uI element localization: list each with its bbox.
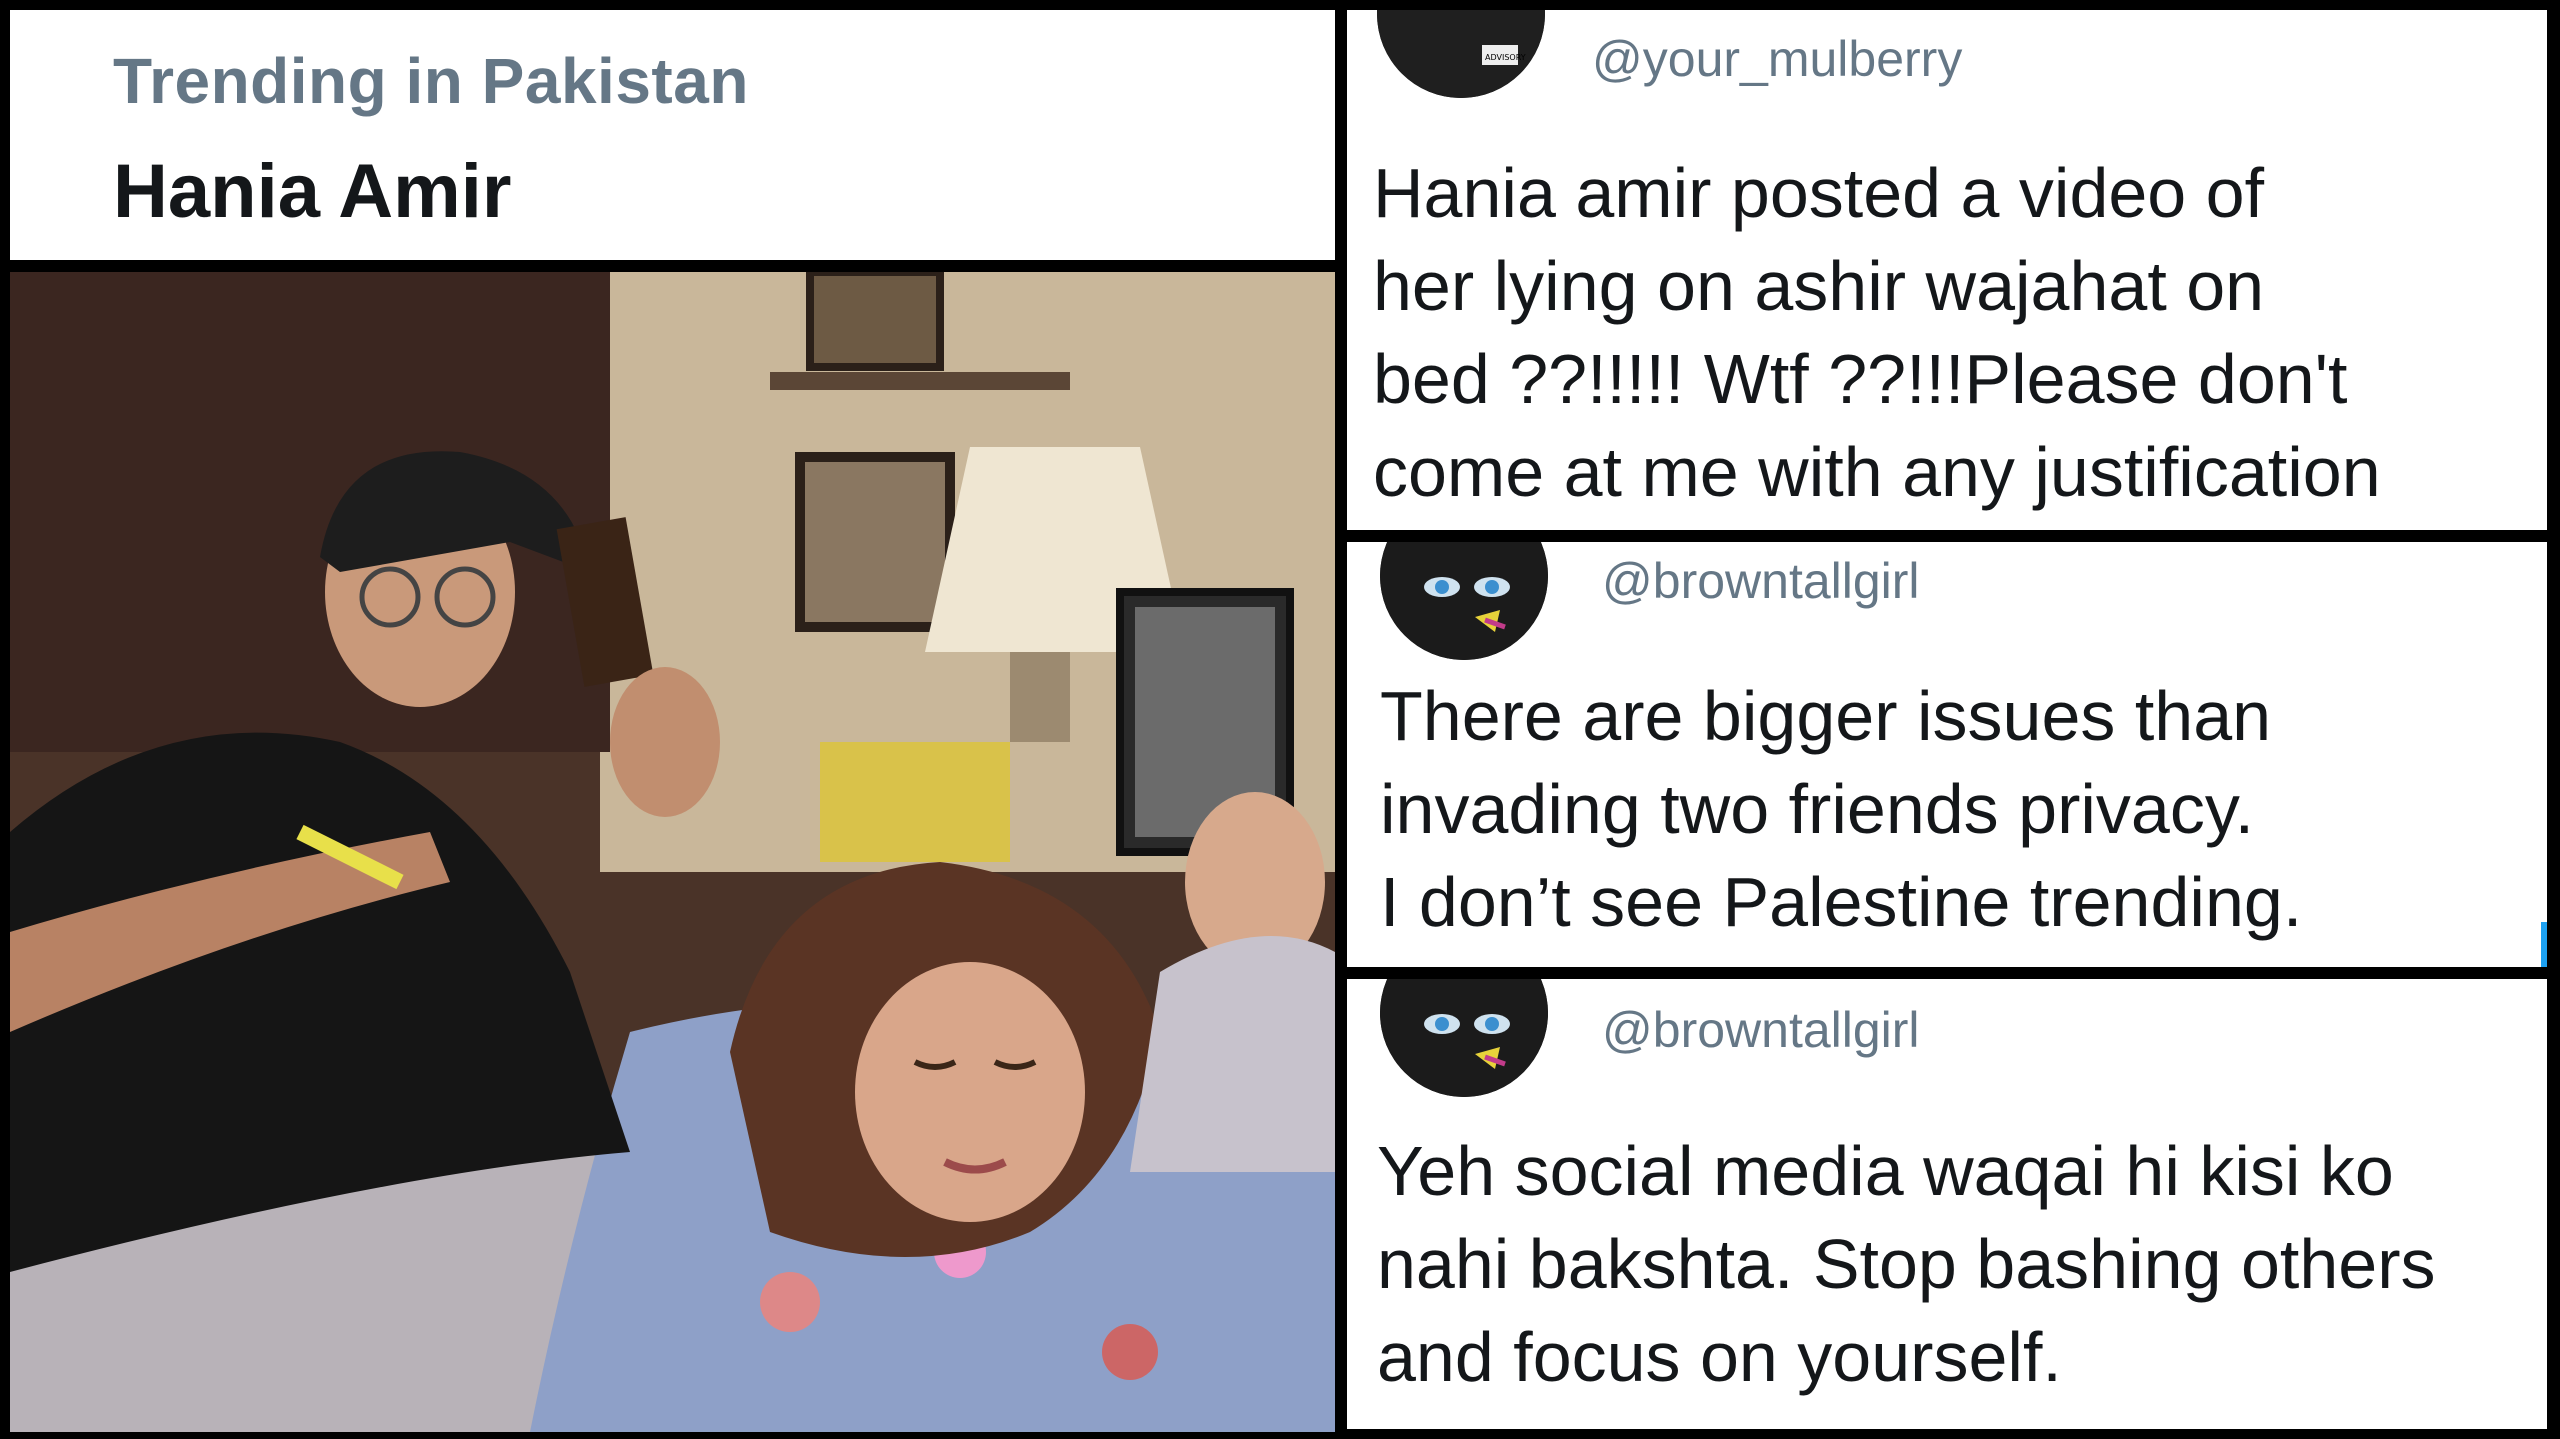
trending-card[interactable]: Trending in Pakistan Hania Amir xyxy=(10,10,1335,260)
trending-location-label: Trending in Pakistan xyxy=(113,45,749,117)
tweet-card[interactable]: @browntallgirl There are bigger issues t… xyxy=(1347,542,2547,967)
trending-topic[interactable]: Hania Amir xyxy=(113,148,511,235)
photo xyxy=(10,272,1335,1432)
tweet-text: There are bigger issues than invading tw… xyxy=(1380,677,2303,941)
tweet-text: Yeh social media waqai hi kisi ko nahi b… xyxy=(1377,1132,2436,1396)
user-avatar[interactable] xyxy=(1380,542,1548,660)
user-handle[interactable]: @your_mulberry xyxy=(1592,30,1962,88)
user-avatar[interactable] xyxy=(1380,979,1548,1097)
photo-illustration xyxy=(10,272,1335,1432)
tweet-card[interactable]: ADVISORY @your_mulberry Hania amir poste… xyxy=(1347,10,2547,530)
svg-text:ADVISORY: ADVISORY xyxy=(1485,53,1526,62)
user-avatar[interactable]: ADVISORY xyxy=(1377,10,1545,98)
tweet-text: Hania amir posted a video of her lying o… xyxy=(1373,154,2381,511)
user-handle[interactable]: @browntallgirl xyxy=(1602,1001,1920,1059)
tweet-card[interactable]: @browntallgirl Yeh social media waqai hi… xyxy=(1347,979,2547,1429)
user-handle[interactable]: @browntallgirl xyxy=(1602,552,1920,610)
scroll-indicator xyxy=(2541,922,2547,967)
